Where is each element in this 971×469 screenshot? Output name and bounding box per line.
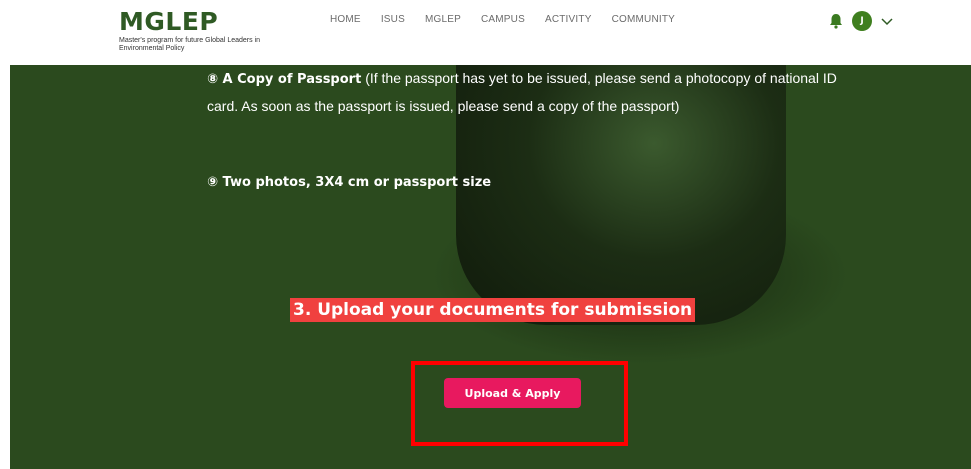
top-navbar: MGLEP Master's program for future Global…	[0, 0, 971, 65]
chevron-down-icon[interactable]	[880, 14, 894, 28]
user-avatar[interactable]: J	[852, 11, 872, 31]
nav-home[interactable]: HOME	[330, 14, 361, 25]
nav-activity[interactable]: ACTIVITY	[545, 14, 592, 25]
passport-heading: ⑧ A Copy of Passport	[207, 72, 362, 87]
logo-subtitle: Master's program for future Global Leade…	[119, 37, 261, 52]
photos-requirement: ⑨ Two photos, 3X4 cm or passport size	[207, 175, 492, 190]
nav-mglep[interactable]: MGLEP	[425, 14, 461, 25]
logo-title: MGLEP	[119, 7, 219, 36]
nav-campus[interactable]: CAMPUS	[481, 14, 525, 25]
main-nav: HOME ISUS MGLEP CAMPUS ACTIVITY COMMUNIT…	[330, 14, 695, 25]
upload-section-title: 3. Upload your documents for submission	[290, 298, 696, 322]
passport-requirement: ⑧ A Copy of Passport (If the passport ha…	[207, 65, 867, 119]
bell-icon[interactable]	[829, 13, 843, 29]
content-area: ⑧ A Copy of Passport (If the passport ha…	[10, 65, 971, 469]
nav-community[interactable]: COMMUNITY	[612, 14, 675, 25]
upload-apply-button[interactable]: Upload & Apply	[444, 378, 581, 408]
nav-isus[interactable]: ISUS	[381, 14, 405, 25]
site-logo[interactable]: MGLEP Master's program for future Global…	[119, 9, 279, 53]
